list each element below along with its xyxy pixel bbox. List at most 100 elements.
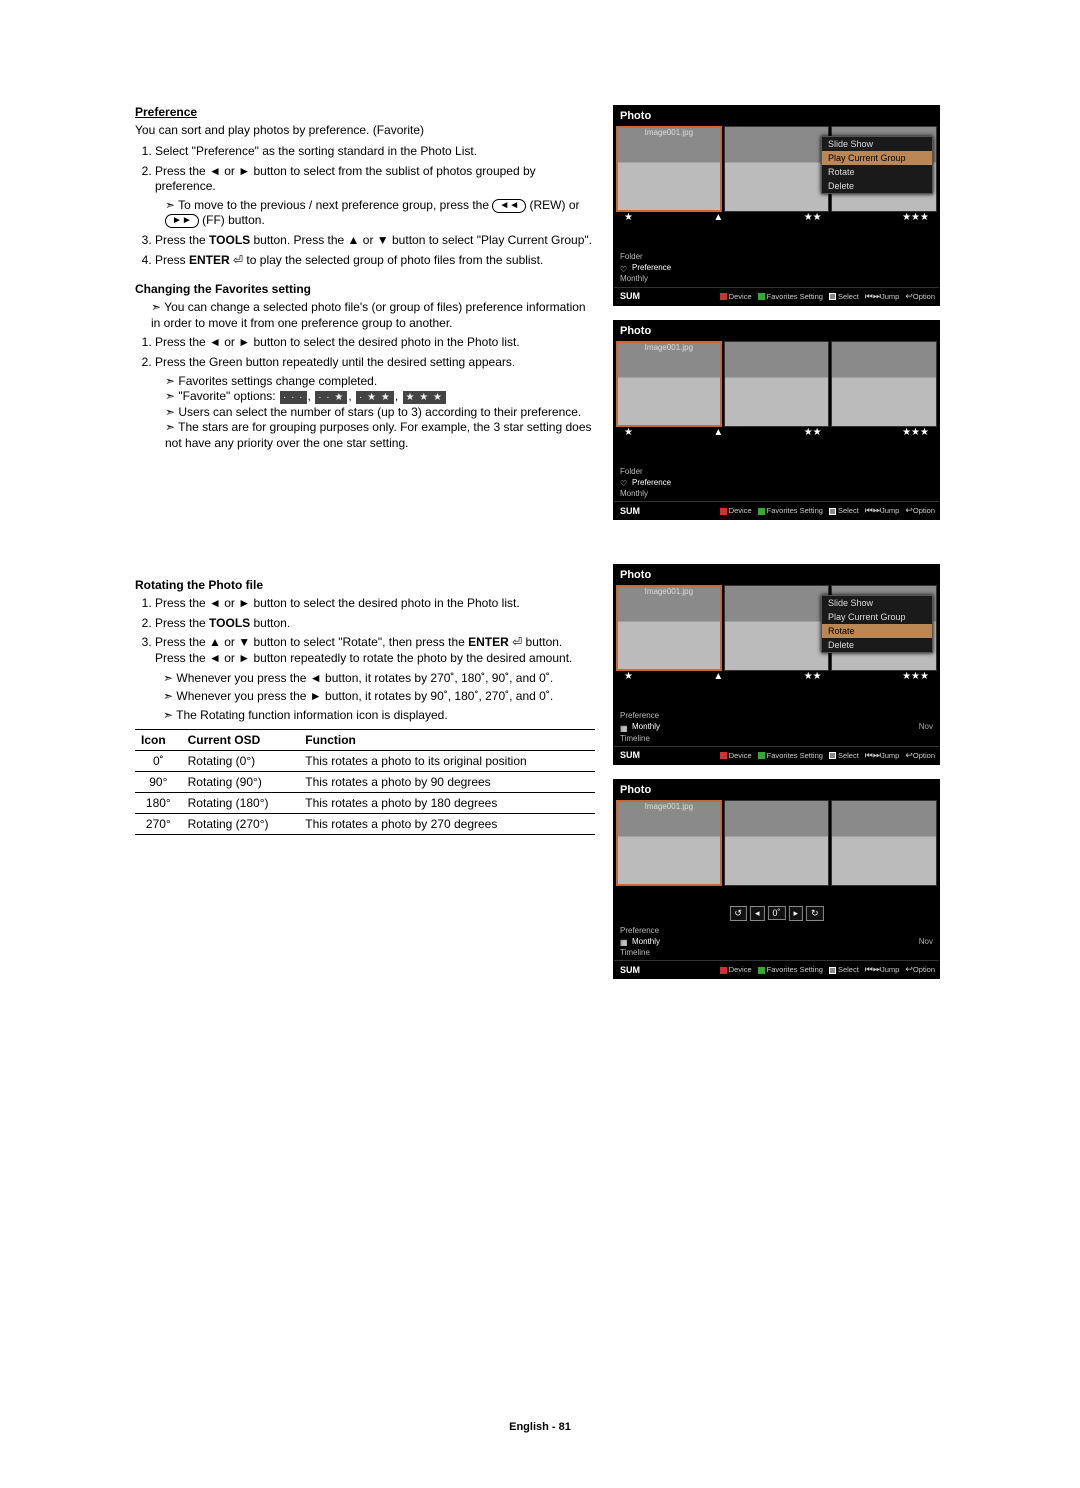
footer-legend: SUM Device Favorites Setting Select ⏮⏭Ju… — [614, 960, 939, 978]
up-icon: ▲ — [348, 233, 360, 247]
step-1: Select "Preference" as the sorting stand… — [155, 144, 595, 160]
calendar-icon: ▦ — [620, 937, 628, 945]
step-2-note: To move to the previous / next preferenc… — [165, 198, 595, 229]
sort-preference[interactable]: ♡Preference — [620, 262, 933, 273]
thumbnail[interactable] — [831, 800, 937, 886]
menu-play-current-group[interactable]: Play Current Group — [822, 610, 932, 624]
step-4: Press ENTER ⏎ to play the selected group… — [155, 253, 595, 269]
step-2: Press the ◄ or ► button to select from t… — [155, 164, 595, 229]
screenshot-rotate-menu: Photo Image001.jpg Slide Show Play Curre… — [613, 564, 940, 765]
screenshot-preference-stars: Photo Image001.jpg ★▲★★★★★ Folder ♡Prefe… — [613, 320, 940, 521]
sort-folder[interactable]: Folder — [620, 466, 933, 477]
step-3: Press the TOOLS button. Press the ▲ or ▼… — [155, 233, 595, 249]
table-row: 90° Rotating (90°) This rotates a photo … — [135, 772, 595, 793]
heart-icon: ♡ — [620, 478, 628, 486]
rotating-notes: Whenever you press the ◄ button, it rota… — [135, 671, 595, 724]
rotate-osd-bar: ↺ ◂ 0˚ ▸ ↻ — [729, 906, 823, 921]
menu-play-current-group[interactable]: Play Current Group — [822, 151, 932, 165]
thumbnail[interactable]: Image001.jpg — [616, 126, 722, 212]
fav-note-4: The stars are for grouping purposes only… — [165, 420, 595, 451]
sort-monthly[interactable]: Monthly — [620, 273, 933, 284]
rot-step-2: Press the TOOLS button. — [155, 616, 595, 632]
fav-opt-1: · · ★ — [315, 391, 347, 404]
preference-intro: You can sort and play photos by preferen… — [135, 123, 595, 138]
rotate-left-icon[interactable]: ◂ — [750, 906, 765, 921]
rot-note-2: Whenever you press the ► button, it rota… — [163, 689, 595, 705]
menu-delete[interactable]: Delete — [822, 179, 932, 193]
down-icon: ▼ — [238, 635, 250, 649]
page-footer: English - 81 — [0, 1421, 1080, 1433]
table-row: 180° Rotating (180°) This rotates a phot… — [135, 793, 595, 814]
rotate-ccw-icon[interactable]: ↺ — [729, 906, 747, 921]
sort-folder[interactable]: Folder — [620, 251, 933, 262]
footer-legend: SUM Device Favorites Setting Select ⏮⏭Ju… — [614, 746, 939, 764]
enter-icon: ⏎ — [512, 635, 522, 649]
left-icon: ◄ — [310, 671, 322, 685]
th-fn: Function — [299, 730, 595, 751]
rot-note-3: The Rotating function information icon i… — [163, 708, 595, 724]
fav-note-1: Favorites settings change completed. — [165, 374, 595, 390]
left-icon: ◄ — [209, 164, 221, 178]
favorites-intro: You can change a selected photo file's (… — [151, 300, 595, 331]
jump-icon: ⏮⏭ — [865, 291, 881, 301]
right-icon: ► — [238, 164, 250, 178]
fav-opt-2: · ★ ★ — [356, 391, 394, 404]
left-icon: ◄ — [209, 651, 221, 665]
enter-icon: ⏎ — [233, 253, 243, 267]
right-icon: ► — [238, 651, 250, 665]
thumbnail[interactable] — [724, 341, 830, 427]
rotating-heading: Rotating the Photo file — [135, 578, 595, 592]
sort-monthly[interactable]: ▦MonthlyNov — [620, 721, 933, 732]
screenshot-rotate-osd: Photo Image001.jpg ↺ ◂ 0˚ ▸ ↻ — [613, 779, 940, 980]
menu-rotate[interactable]: Rotate — [822, 165, 932, 179]
calendar-icon: ▦ — [620, 723, 628, 731]
rotate-value: 0˚ — [767, 906, 785, 920]
menu-rotate[interactable]: Rotate — [822, 624, 932, 638]
th-osd: Current OSD — [182, 730, 300, 751]
thumbnail[interactable]: Image001.jpg — [616, 800, 722, 886]
ff-key-icon: ►► — [165, 214, 199, 228]
shot-title: Photo — [614, 106, 939, 124]
fav-step-1: Press the ◄ or ► button to select the de… — [155, 335, 595, 351]
rotation-table: Icon Current OSD Function 0˚ Rotating (0… — [135, 729, 595, 835]
right-icon: ► — [238, 335, 250, 349]
thumbnail[interactable] — [831, 341, 937, 427]
sort-monthly[interactable]: Monthly — [620, 488, 933, 499]
th-icon: Icon — [135, 730, 182, 751]
left-icon: ◄ — [209, 335, 221, 349]
preference-heading: Preference — [135, 105, 595, 119]
right-icon: ► — [310, 689, 322, 703]
rot-step-3: Press the ▲ or ▼ button to select "Rotat… — [155, 635, 595, 666]
menu-delete[interactable]: Delete — [822, 638, 932, 652]
thumbnail[interactable] — [724, 800, 830, 886]
rew-key-icon: ◄◄ — [492, 199, 526, 213]
fav-step-2: Press the Green button repeatedly until … — [155, 355, 595, 452]
sort-timeline[interactable]: Timeline — [620, 733, 933, 744]
down-icon: ▼ — [377, 233, 389, 247]
fav-note-3: Users can select the number of stars (up… — [165, 405, 595, 421]
footer-legend: SUM Device Favorites Setting Select ⏮⏭Ju… — [614, 287, 939, 305]
option-icon: ↩ — [905, 291, 913, 301]
favorites-steps: Press the ◄ or ► button to select the de… — [135, 335, 595, 451]
sort-timeline[interactable]: Timeline — [620, 947, 933, 958]
thumbnail[interactable] — [724, 585, 830, 671]
rot-step-1: Press the ◄ or ► button to select the de… — [155, 596, 595, 612]
context-menu: Slide Show Play Current Group Rotate Del… — [821, 595, 933, 653]
menu-slideshow[interactable]: Slide Show — [822, 137, 932, 151]
sort-monthly[interactable]: ▦MonthlyNov — [620, 936, 933, 947]
menu-slideshow[interactable]: Slide Show — [822, 596, 932, 610]
sort-preference[interactable]: Preference — [620, 710, 933, 721]
up-icon: ▲ — [209, 635, 221, 649]
thumbnail[interactable]: Image001.jpg — [616, 341, 722, 427]
rotate-right-icon[interactable]: ▸ — [789, 906, 804, 921]
rotate-cw-icon[interactable]: ↻ — [806, 906, 824, 921]
fav-opt-3: ★ ★ ★ — [403, 391, 446, 404]
sort-preference[interactable]: Preference — [620, 925, 933, 936]
preference-steps: Select "Preference" as the sorting stand… — [135, 144, 595, 268]
left-icon: ◄ — [209, 596, 221, 610]
thumbnail[interactable] — [724, 126, 830, 212]
fav-opt-0: · · · — [280, 391, 307, 404]
sort-preference[interactable]: ♡Preference — [620, 477, 933, 488]
context-menu: Slide Show Play Current Group Rotate Del… — [821, 136, 933, 194]
thumbnail[interactable]: Image001.jpg — [616, 585, 722, 671]
